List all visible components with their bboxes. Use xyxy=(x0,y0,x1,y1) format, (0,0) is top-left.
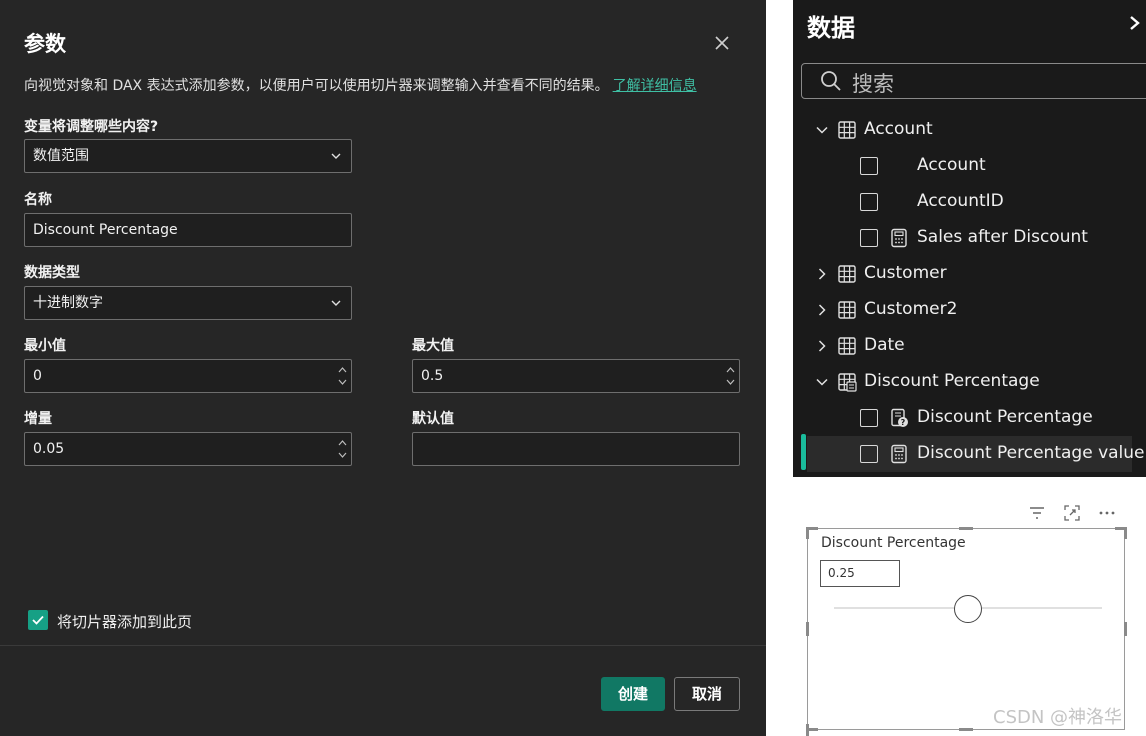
pane-title: 数据 xyxy=(807,14,855,42)
spinner-icon[interactable] xyxy=(338,365,347,387)
selection-indicator xyxy=(801,434,806,470)
resize-handle[interactable] xyxy=(959,728,973,731)
parameter-table-icon xyxy=(838,373,857,392)
resize-handle[interactable] xyxy=(1124,527,1127,539)
increment-value: 0.05 xyxy=(33,441,65,457)
min-value: 0 xyxy=(33,368,42,384)
resize-handle[interactable] xyxy=(806,728,818,731)
field-checkbox[interactable] xyxy=(860,229,878,247)
field-checkbox[interactable] xyxy=(860,445,878,463)
adjust-value: 数值范围 xyxy=(33,148,89,164)
tree-item-account-field[interactable]: Account xyxy=(793,148,1146,184)
tree-item-label: Account xyxy=(864,119,933,139)
search-input[interactable]: 搜索 xyxy=(801,63,1146,99)
resize-handle[interactable] xyxy=(806,527,809,539)
create-button[interactable]: 创建 xyxy=(601,677,665,711)
chevron-right-icon[interactable] xyxy=(816,304,828,316)
tree-item-label: Account xyxy=(917,155,986,175)
tree-item-customer2-table[interactable]: Customer2 xyxy=(793,292,1146,328)
more-options-icon[interactable] xyxy=(1098,504,1116,522)
type-dropdown[interactable]: 十进制数字 xyxy=(24,286,352,320)
chevron-right-icon[interactable] xyxy=(1128,15,1142,31)
tree-item-date-table[interactable]: Date xyxy=(793,328,1146,364)
adjust-dropdown[interactable]: 数值范围 xyxy=(24,139,352,173)
increment-input[interactable]: 0.05 xyxy=(24,432,352,466)
tree-item-customer-table[interactable]: Customer xyxy=(793,256,1146,292)
chevron-down-icon xyxy=(331,300,341,306)
focus-mode-icon[interactable] xyxy=(1063,504,1081,522)
tree-item-discount-value-measure[interactable]: Discount Percentage value xyxy=(807,436,1145,472)
chevron-down-icon[interactable] xyxy=(816,124,828,136)
name-label: 名称 xyxy=(24,192,52,208)
close-icon[interactable] xyxy=(711,32,733,54)
max-input[interactable]: 0.5 xyxy=(412,359,740,393)
tree-item-sales-measure[interactable]: Sales after Discount xyxy=(793,220,1146,256)
field-checkbox[interactable] xyxy=(860,409,878,427)
add-slicer-label: 将切片器添加到此页 xyxy=(57,613,193,631)
chevron-down-icon xyxy=(331,153,341,159)
tree-item-label: Sales after Discount xyxy=(917,227,1088,247)
add-slicer-checkbox[interactable] xyxy=(28,610,48,630)
tree-item-discount-field[interactable]: ? Discount Percentage xyxy=(793,400,1146,436)
name-input[interactable]: Discount Percentage xyxy=(24,213,352,247)
table-icon xyxy=(838,265,856,283)
slider-thumb[interactable] xyxy=(954,595,982,623)
learn-more-link[interactable]: 了解详细信息 xyxy=(613,78,697,94)
tree-item-label: Customer2 xyxy=(864,299,958,319)
resize-handle[interactable] xyxy=(959,527,973,530)
cancel-button[interactable]: 取消 xyxy=(674,677,740,711)
max-label: 最大值 xyxy=(412,338,454,354)
chevron-down-icon[interactable] xyxy=(816,376,828,388)
tree-item-label: Discount Percentage xyxy=(917,407,1093,427)
type-label: 数据类型 xyxy=(24,265,80,281)
chevron-right-icon[interactable] xyxy=(816,268,828,280)
default-label: 默认值 xyxy=(412,411,454,427)
parameter-dialog: 参数 向视觉对象和 DAX 表达式添加参数，以便用户可以使用切片器来调整输入并查… xyxy=(0,0,766,736)
tree-item-label: Customer xyxy=(864,263,947,283)
search-placeholder: 搜索 xyxy=(852,72,894,96)
spinner-icon[interactable] xyxy=(726,365,735,387)
default-input[interactable] xyxy=(412,432,740,466)
slicer-title: Discount Percentage xyxy=(821,535,966,551)
slicer-value-input[interactable]: 0.25 xyxy=(820,560,900,587)
filter-icon[interactable] xyxy=(1028,504,1046,522)
min-input[interactable]: 0 xyxy=(24,359,352,393)
resize-handle[interactable] xyxy=(806,622,809,636)
spinner-icon[interactable] xyxy=(338,438,347,460)
svg-text:?: ? xyxy=(901,418,906,427)
chevron-right-icon[interactable] xyxy=(816,340,828,352)
data-pane: 数据 搜索 Account Account AccountID Sales af… xyxy=(793,0,1146,477)
tree-item-label: Discount Percentage value xyxy=(917,443,1145,463)
search-icon xyxy=(821,71,841,91)
parameter-field-icon: ? xyxy=(891,408,908,427)
table-icon xyxy=(838,121,856,139)
increment-label: 增量 xyxy=(24,411,52,427)
field-checkbox[interactable] xyxy=(860,193,878,211)
dialog-title: 参数 xyxy=(24,32,66,56)
tree-item-label: AccountID xyxy=(917,191,1004,211)
min-label: 最小值 xyxy=(24,338,66,354)
name-value: Discount Percentage xyxy=(33,222,178,238)
footer-divider xyxy=(0,645,766,646)
tree-item-label: Discount Percentage xyxy=(864,371,1040,391)
tree-item-account-table[interactable]: Account xyxy=(793,112,1146,148)
table-icon xyxy=(838,301,856,319)
adjust-label: 变量将调整哪些内容? xyxy=(24,119,159,135)
type-value: 十进制数字 xyxy=(33,295,103,311)
slicer-visual[interactable]: Discount Percentage 0.25 xyxy=(807,528,1125,730)
checkmark-icon xyxy=(32,615,44,625)
watermark: CSDN @神洛华 xyxy=(993,707,1123,728)
tree-item-label: Date xyxy=(864,335,905,355)
max-value: 0.5 xyxy=(421,368,444,384)
table-icon xyxy=(838,337,856,355)
tree-item-accountid-field[interactable]: AccountID xyxy=(793,184,1146,220)
resize-handle[interactable] xyxy=(1124,622,1127,636)
calculator-icon xyxy=(891,228,907,248)
calculator-icon xyxy=(891,444,907,464)
tree-item-discount-table[interactable]: Discount Percentage xyxy=(793,364,1146,400)
field-checkbox[interactable] xyxy=(860,157,878,175)
dialog-description: 向视觉对象和 DAX 表达式添加参数，以便用户可以使用切片器来调整输入并查看不同… xyxy=(24,75,697,95)
description-text: 向视觉对象和 DAX 表达式添加参数，以便用户可以使用切片器来调整输入并查看不同… xyxy=(24,78,609,94)
